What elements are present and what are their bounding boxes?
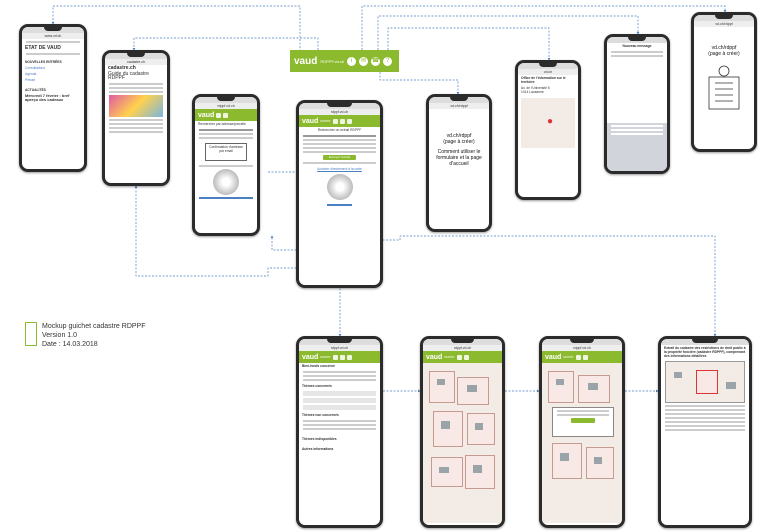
mail-icon[interactable]: ✉	[359, 56, 369, 66]
faq-title: vd.ch/rdppf (page à créer)	[708, 45, 740, 57]
help-title: vd.ch/rdppf (page à créer)	[443, 133, 475, 145]
screen-mail: Nouveau message	[607, 37, 667, 171]
send-extract-button[interactable]: Envoyer l'extrait	[323, 155, 356, 160]
screen-home-main: rdppf.vd.ch vaud RDPPF Rechercher un extr…	[299, 103, 380, 285]
not-concerned-themes[interactable]: Thèmes non concernés	[299, 412, 380, 418]
screen-etat-de-vaud: www.vd.ch ETAT DE VAUD NOUVELLES ENTRÉES…	[22, 27, 84, 169]
unavailable-themes[interactable]: Thèmes indisponibles	[299, 436, 380, 442]
extract-title: Extrait du cadastre des restrictions de …	[664, 346, 746, 358]
phone-map-popup: rdppf.vd.ch vaud RDPPF	[539, 336, 625, 528]
phone-extract: Extrait du cadastre des restrictions de …	[658, 336, 752, 528]
screen-extract: Extrait du cadastre des restrictions de …	[661, 339, 749, 525]
app-header: vaud RDPPF	[423, 351, 502, 363]
link-toolbar-cadastre	[132, 37, 319, 51]
other-info[interactable]: Autres informations	[299, 446, 380, 452]
location-globe	[213, 169, 239, 195]
app-header: vaud RDPPF	[542, 351, 622, 363]
link-toolbar-help	[379, 72, 460, 95]
help-body: Comment utiliser le formulaire et la pag…	[436, 149, 482, 167]
legend-text: Mockup guichet cadastre RDPPF Version 1.…	[42, 323, 146, 348]
extract-map	[665, 361, 745, 403]
actu-text: Mercredi 7 février : bref aperçu des cad…	[25, 93, 70, 102]
cadastre-map[interactable]	[423, 363, 502, 523]
help-icon[interactable]: ?	[383, 56, 393, 66]
map-popup[interactable]	[552, 407, 614, 437]
keyboard[interactable]	[607, 123, 667, 171]
phone-faq: vd.ch/rdppf vd.ch/rdppf (page à créer)	[691, 12, 757, 152]
property-heading: Bien-fonds concerné	[302, 364, 335, 368]
link-toolbar-etat	[51, 5, 301, 55]
screen-help: vd.ch/rdppf vd.ch/rdppf (page à créer) C…	[429, 97, 489, 229]
contact-map[interactable]: ●	[521, 98, 575, 148]
app-header: vaud RDPPF	[299, 115, 380, 127]
map-pin-icon: ●	[547, 116, 554, 127]
mail-title: Nouveau message	[622, 44, 652, 48]
contact-title: Office de l'information sur le territoir…	[521, 76, 566, 84]
cadastre-map[interactable]	[542, 363, 622, 523]
screen-map-popup: rdppf.vd.ch vaud RDPPF	[542, 339, 622, 525]
phone-home-popup: rdppf.vd.ch vaud Rechercher par adresse/…	[192, 94, 260, 236]
phone-contact: vd.ch Office de l'information sur le ter…	[515, 60, 581, 200]
rdppf-brand: RDPPF.vd.ch	[320, 58, 345, 64]
search-label: Rechercher par adresse/parcelle	[198, 122, 246, 126]
url-bar[interactable]: vd.ch/rdppf	[429, 103, 489, 109]
screen-faq: vd.ch/rdppf vd.ch/rdppf (page à créer)	[694, 15, 754, 149]
app-header: vaud	[195, 109, 257, 121]
screen-contact: vd.ch Office de l'information sur le ter…	[518, 63, 578, 197]
url-bar[interactable]: vd.ch/rdppf	[694, 21, 754, 27]
screen-home-popup: rdppf.vd.ch vaud Rechercher par adresse/…	[195, 97, 257, 233]
phone-themes: rdppf.vd.ch vaud RDPPF Bien-fonds concern…	[296, 336, 383, 528]
confirmation-popup[interactable]: Confirmation d'adresse par email	[205, 143, 247, 161]
url-bar[interactable]: www.vd.ch	[22, 33, 84, 39]
map-direct-link[interactable]: Accéder directement à la carte	[299, 166, 380, 172]
concerned-themes[interactable]: Thèmes concernés	[299, 383, 380, 389]
cadastre-map-image	[109, 95, 163, 117]
link-toolbar-contact	[387, 27, 551, 61]
phone-mail: Nouveau message	[604, 34, 670, 174]
link-toolbar-mail	[377, 15, 640, 50]
vaud-logo: vaud	[294, 55, 318, 67]
phone-icon[interactable]: ☎	[371, 56, 381, 66]
cadastre-guide: Guide du cadastre RDPPF	[108, 71, 149, 81]
contact-address: Av. de l'Université 5 1014 Lausanne	[521, 86, 550, 94]
link-map-right	[372, 235, 717, 337]
cartoon-illustration	[708, 65, 740, 110]
news-item[interactable]: Presse	[22, 77, 84, 83]
search-label: Rechercher un extrait RDPPF	[317, 128, 362, 132]
phone-cadastre: cadastre.ch cadastre.ch Guide du cadastr…	[102, 50, 170, 186]
phone-etat-de-vaud: www.vd.ch ETAT DE VAUD NOUVELLES ENTRÉES…	[19, 24, 87, 172]
phone-home-main: rdppf.vd.ch vaud RDPPF Rechercher un extr…	[296, 100, 383, 288]
rdppf-header-toolbar: vaud RDPPF.vd.ch i ✉ ☎ ?	[290, 50, 399, 72]
vaud-seal-icon	[25, 322, 37, 346]
location-globe	[326, 174, 353, 200]
phone-map: rdppf.vd.ch vaud RDPPF	[420, 336, 505, 528]
screen-map: rdppf.vd.ch vaud RDPPF	[423, 339, 502, 525]
phone-help: vd.ch/rdppf vd.ch/rdppf (page à créer) C…	[426, 94, 492, 232]
popup-confirm-button[interactable]	[571, 418, 595, 423]
etat-title: ETAT DE VAUD	[25, 45, 61, 51]
info-icon[interactable]: i	[347, 56, 357, 66]
screen-cadastre: cadastre.ch cadastre.ch Guide du cadastr…	[105, 53, 167, 183]
screen-themes: rdppf.vd.ch vaud RDPPF Bien-fonds concern…	[299, 339, 380, 525]
app-header: vaud RDPPF	[299, 351, 380, 363]
